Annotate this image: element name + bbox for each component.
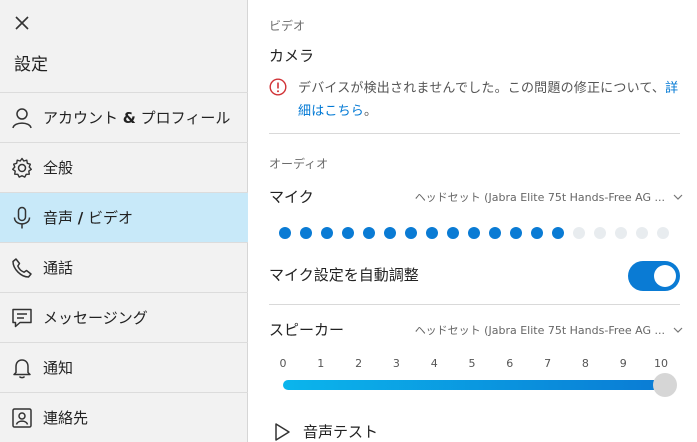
nav-item-general[interactable]: 全般 [0, 142, 248, 192]
volume-tick-label: 2 [355, 357, 363, 370]
nav-item-label: 全般 [43, 159, 74, 177]
level-dot [405, 227, 417, 239]
settings-sidebar: 設定 アカウント & プロフィール 全般 音声 / ビデオ 通話 メッセージング… [0, 0, 248, 442]
nav-item-account-profile[interactable]: アカウント & プロフィール [0, 92, 248, 142]
microphone-level-meter [279, 227, 678, 239]
nav-item-label: メッセージング [43, 309, 148, 327]
level-dot [636, 227, 648, 239]
toggle-knob [654, 265, 676, 287]
volume-tick-label: 8 [581, 357, 589, 370]
speaker-label: スピーカー [269, 321, 345, 339]
level-dot [531, 227, 543, 239]
microphone-icon [10, 206, 34, 230]
contact-card-icon [10, 406, 34, 430]
level-dot [300, 227, 312, 239]
level-dot [384, 227, 396, 239]
camera-warning-text: デバイスが検出されませんでした。この問題の修正について、詳細はこちら。 [298, 81, 679, 119]
audio-section-label: オーディオ [269, 157, 329, 171]
volume-tick-label: 9 [619, 357, 627, 370]
play-icon [275, 422, 290, 441]
nav-item-contacts[interactable]: 連絡先 [0, 392, 248, 442]
test-audio-button[interactable]: 音声テスト [273, 421, 378, 442]
microphone-label: マイク [269, 188, 314, 206]
volume-tick-label: 10 [654, 357, 668, 370]
nav-item-label: 連絡先 [43, 409, 89, 427]
level-dot [447, 227, 459, 239]
level-dot [552, 227, 564, 239]
camera-warning: デバイスが検出されませんでした。この問題の修正について、詳細はこちら。 [269, 77, 679, 123]
microphone-device-value: ヘッドセット (Jabra Elite 75t Hands-Free AG ..… [414, 191, 665, 204]
level-dot [615, 227, 627, 239]
nav-item-audio-video[interactable]: 音声 / ビデオ [0, 192, 248, 242]
volume-tick-label: 7 [544, 357, 552, 370]
volume-slider-thumb[interactable] [653, 373, 677, 397]
phone-icon [10, 256, 34, 280]
level-dot [426, 227, 438, 239]
level-dot [489, 227, 501, 239]
level-dot [468, 227, 480, 239]
test-audio-label: 音声テスト [303, 423, 379, 441]
level-dot [363, 227, 375, 239]
volume-tick-label: 4 [430, 357, 438, 370]
settings-nav: アカウント & プロフィール 全般 音声 / ビデオ 通話 メッセージング 通知… [0, 92, 248, 442]
nav-item-messaging[interactable]: メッセージング [0, 292, 248, 342]
volume-slider[interactable] [283, 380, 665, 390]
level-dot [594, 227, 606, 239]
nav-item-label: 通話 [43, 259, 74, 277]
microphone-device-select[interactable]: ヘッドセット (Jabra Elite 75t Hands-Free AG ..… [395, 189, 683, 205]
volume-scale: 0 1 2 3 4 5 6 7 8 9 10 [275, 357, 671, 373]
video-section-label: ビデオ [269, 19, 306, 33]
nav-item-label: アカウント & プロフィール [43, 109, 231, 127]
level-dot [321, 227, 333, 239]
bell-icon [10, 356, 34, 380]
level-dot [510, 227, 522, 239]
nav-item-notifications[interactable]: 通知 [0, 342, 248, 392]
level-dot [573, 227, 585, 239]
volume-tick-label: 3 [392, 357, 400, 370]
volume-tick-label: 1 [317, 357, 325, 370]
chevron-down-icon [673, 327, 683, 333]
level-dot [342, 227, 354, 239]
level-dot [279, 227, 291, 239]
volume-tick-label: 0 [279, 357, 287, 370]
gear-icon [10, 156, 34, 180]
level-dot [657, 227, 669, 239]
volume-tick-label: 6 [506, 357, 514, 370]
divider [269, 133, 680, 134]
chat-icon [10, 306, 34, 330]
divider [269, 304, 680, 305]
warning-circle-icon [269, 78, 287, 96]
auto-adjust-label: マイク設定を自動調整 [269, 266, 419, 284]
person-icon [10, 106, 34, 130]
close-icon[interactable] [12, 13, 32, 33]
settings-title: 設定 [14, 55, 48, 75]
volume-tick-label: 5 [468, 357, 476, 370]
auto-adjust-toggle[interactable] [628, 261, 680, 291]
nav-item-label: 通知 [43, 359, 74, 377]
nav-item-calls[interactable]: 通話 [0, 242, 248, 292]
nav-item-label: 音声 / ビデオ [43, 209, 134, 227]
camera-label: カメラ [269, 47, 315, 65]
chevron-down-icon [673, 194, 683, 200]
audio-video-settings-panel: ビデオ カメラ デバイスが検出されませんでした。この問題の修正について、詳細はこ… [249, 0, 697, 442]
speaker-device-value: ヘッドセット (Jabra Elite 75t Hands-Free AG ..… [414, 324, 665, 337]
speaker-device-select[interactable]: ヘッドセット (Jabra Elite 75t Hands-Free AG ..… [395, 322, 683, 338]
